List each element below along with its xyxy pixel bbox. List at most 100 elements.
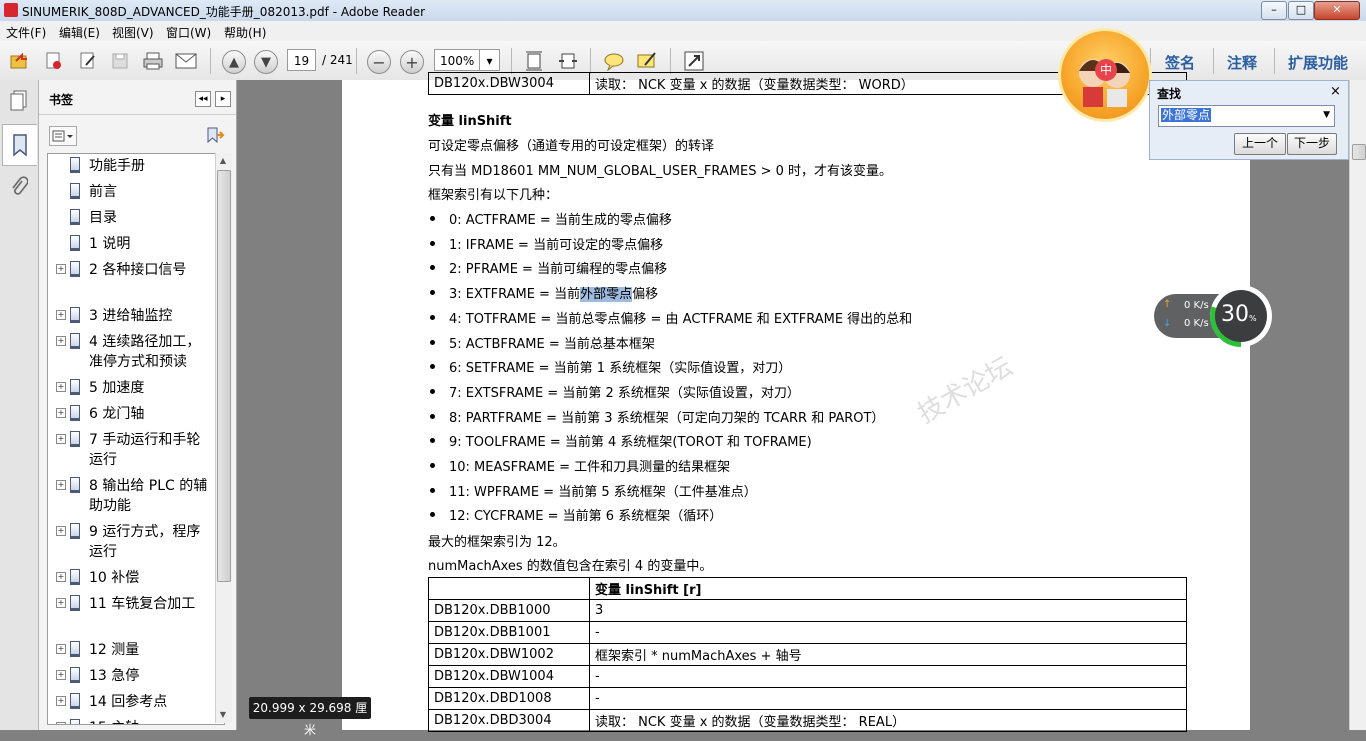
extended-features-button[interactable]: 扩展功能 xyxy=(1288,52,1348,73)
expand-icon[interactable]: + xyxy=(56,434,66,444)
zoom-in-button[interactable]: + xyxy=(400,50,424,74)
bookmark-item[interactable]: 目录 xyxy=(48,208,224,228)
paragraph: 最大的框架索引为 12。 xyxy=(428,535,566,550)
bookmark-label: 5 加速度 xyxy=(89,380,145,396)
print-icon[interactable] xyxy=(141,49,165,73)
bookmark-item[interactable]: +11 车铣复合加工 xyxy=(48,594,224,634)
list-item: 10: MEASFRAME = 工件和刀具测量的结果框架 xyxy=(449,460,731,475)
expand-icon[interactable]: + xyxy=(56,408,66,418)
bookmark-item[interactable]: 功能手册 xyxy=(48,156,224,176)
section-heading: 变量 linShift xyxy=(428,114,512,129)
comment-pane-button[interactable]: 注释 xyxy=(1227,52,1257,73)
bookmark-icon xyxy=(70,261,80,277)
menu-window[interactable]: 窗口(W) xyxy=(166,24,211,41)
bookmark-options-icon[interactable] xyxy=(49,126,77,146)
expand-icon[interactable] xyxy=(682,49,706,73)
create-pdf-icon[interactable] xyxy=(42,49,66,73)
memory-percent: 30 xyxy=(1221,302,1249,327)
bookmark-item[interactable]: 前言 xyxy=(48,182,224,202)
bookmarks-tab[interactable] xyxy=(2,124,37,166)
open-icon[interactable] xyxy=(8,49,32,73)
find-query: 外部零点 xyxy=(1161,108,1212,122)
find-close-button[interactable]: × xyxy=(1330,84,1341,99)
sign-button[interactable]: 签名 xyxy=(1165,52,1195,73)
bookmark-label: 9 运行方式，程序运行 xyxy=(89,524,201,560)
expand-icon[interactable]: + xyxy=(56,382,66,392)
bookmark-item[interactable]: +15 主轴 xyxy=(48,718,224,724)
expand-icon[interactable]: + xyxy=(56,310,66,320)
bookmark-item[interactable]: 1 说明 xyxy=(48,234,224,254)
bookmark-item[interactable]: +10 补偿 xyxy=(48,568,224,588)
menu-file[interactable]: 文件(F) xyxy=(6,24,46,41)
maximize-button[interactable]: □ xyxy=(1288,1,1314,20)
document-scroll-thumb[interactable] xyxy=(1352,144,1366,160)
menu-help[interactable]: 帮助(H) xyxy=(224,24,266,41)
table-row: DB120x.DBD3004 读取： NCK 变量 x 的数据（变量数据类型： R… xyxy=(428,709,1187,732)
toolbar-divider xyxy=(670,48,671,74)
find-input[interactable]: 外部零点 ▼ xyxy=(1158,105,1335,127)
page-number-input[interactable]: 19 xyxy=(287,49,316,71)
bookmark-item[interactable]: +2 各种接口信号 xyxy=(48,260,224,300)
expand-icon[interactable]: + xyxy=(56,670,66,680)
zoom-input[interactable]: 100% xyxy=(434,49,480,71)
edit-icon[interactable] xyxy=(76,49,100,73)
bookmark-item[interactable]: +3 进给轴监控 xyxy=(48,306,224,326)
chevron-down-icon[interactable]: ▼ xyxy=(1323,106,1330,125)
zoom-dropdown-button[interactable]: ▾ xyxy=(479,49,500,71)
bookmark-item[interactable]: +8 输出给 PLC 的辅助功能 xyxy=(48,476,224,516)
expand-icon[interactable]: + xyxy=(56,644,66,654)
bookmark-item[interactable]: +7 手动运行和手轮运行 xyxy=(48,430,224,470)
page-thumbnails-icon[interactable] xyxy=(7,88,31,114)
fit-page-icon[interactable] xyxy=(522,49,546,73)
bookmark-scroll-thumb[interactable] xyxy=(217,170,231,582)
previous-page-button[interactable]: ▲ xyxy=(222,50,246,74)
expand-icon[interactable]: + xyxy=(56,480,66,490)
attachments-icon[interactable] xyxy=(7,174,31,200)
bookmark-item[interactable]: +13 急停 xyxy=(48,666,224,686)
find-next-button[interactable]: 下一步 xyxy=(1287,133,1337,155)
expand-icon[interactable]: + xyxy=(56,598,66,608)
menu-edit[interactable]: 编辑(E) xyxy=(59,24,100,41)
list-item: 11: WPFRAME = 当前第 5 系统框架（工件基准点） xyxy=(449,484,757,500)
bookmark-icon xyxy=(70,693,80,709)
menu-bar: 文件(F) 编辑(E) 视图(V) 窗口(W) 帮助(H) xyxy=(0,21,1366,41)
expand-icon[interactable]: + xyxy=(56,696,66,706)
expand-icon[interactable]: + xyxy=(56,722,66,724)
toolbar-divider xyxy=(590,48,591,74)
bookmark-item[interactable]: +9 运行方式，程序运行 xyxy=(48,522,224,562)
user-avatar[interactable]: 中 xyxy=(1058,28,1152,122)
list-item: 3: EXTFRAME = 当前外部零点偏移 xyxy=(449,283,658,303)
fit-width-icon[interactable] xyxy=(556,49,580,73)
expand-icon[interactable]: + xyxy=(56,336,66,346)
expand-icon[interactable]: + xyxy=(56,572,66,582)
scroll-up-arrow[interactable]: ▲ xyxy=(217,155,229,167)
bookmark-item[interactable]: +6 龙门轴 xyxy=(48,404,224,424)
bookmark-goto-icon[interactable] xyxy=(205,126,227,144)
menu-view[interactable]: 视图(V) xyxy=(112,24,154,41)
zoom-out-button[interactable]: − xyxy=(367,50,391,74)
expand-icon[interactable]: + xyxy=(56,526,66,536)
bookmark-label: 10 补偿 xyxy=(89,570,140,586)
document-scrollbar[interactable] xyxy=(1349,80,1366,730)
list-item: 6: SETFRAME = 当前第 1 系统框架（实际值设置，对刀） xyxy=(449,361,792,377)
scroll-down-arrow[interactable]: ▼ xyxy=(217,709,229,721)
collapse-panel-button[interactable]: ◂◂ xyxy=(195,91,211,107)
bookmark-item[interactable]: +5 加速度 xyxy=(48,378,224,398)
comment-icon[interactable] xyxy=(602,49,626,73)
bookmark-item[interactable]: +12 测量 xyxy=(48,640,224,660)
save-icon[interactable] xyxy=(108,49,132,73)
expand-icon[interactable]: + xyxy=(56,264,66,274)
list-item: 8: PARTFRAME = 当前第 3 系统框架（可定向刀架的 TCARR 和… xyxy=(449,410,885,426)
close-window-button[interactable]: ✕ xyxy=(1314,1,1360,20)
panel-menu-button[interactable]: ▸ xyxy=(215,91,231,107)
minimize-button[interactable]: – xyxy=(1261,1,1287,20)
bookmark-item[interactable]: +4 连续路径加工，准停方式和预读 xyxy=(48,332,224,372)
bookmark-label: 4 连续路径加工，准停方式和预读 xyxy=(89,334,201,370)
email-icon[interactable] xyxy=(174,49,198,73)
find-previous-button[interactable]: 上一个 xyxy=(1234,133,1286,155)
bookmark-item[interactable]: +14 回参考点 xyxy=(48,692,224,712)
highlight-icon[interactable] xyxy=(635,49,659,73)
list-item: 7: EXTSFRAME = 当前第 2 系统框架（实际值设置，对刀） xyxy=(449,385,800,401)
next-page-button[interactable]: ▼ xyxy=(254,50,278,74)
table-header-cell xyxy=(428,577,590,600)
